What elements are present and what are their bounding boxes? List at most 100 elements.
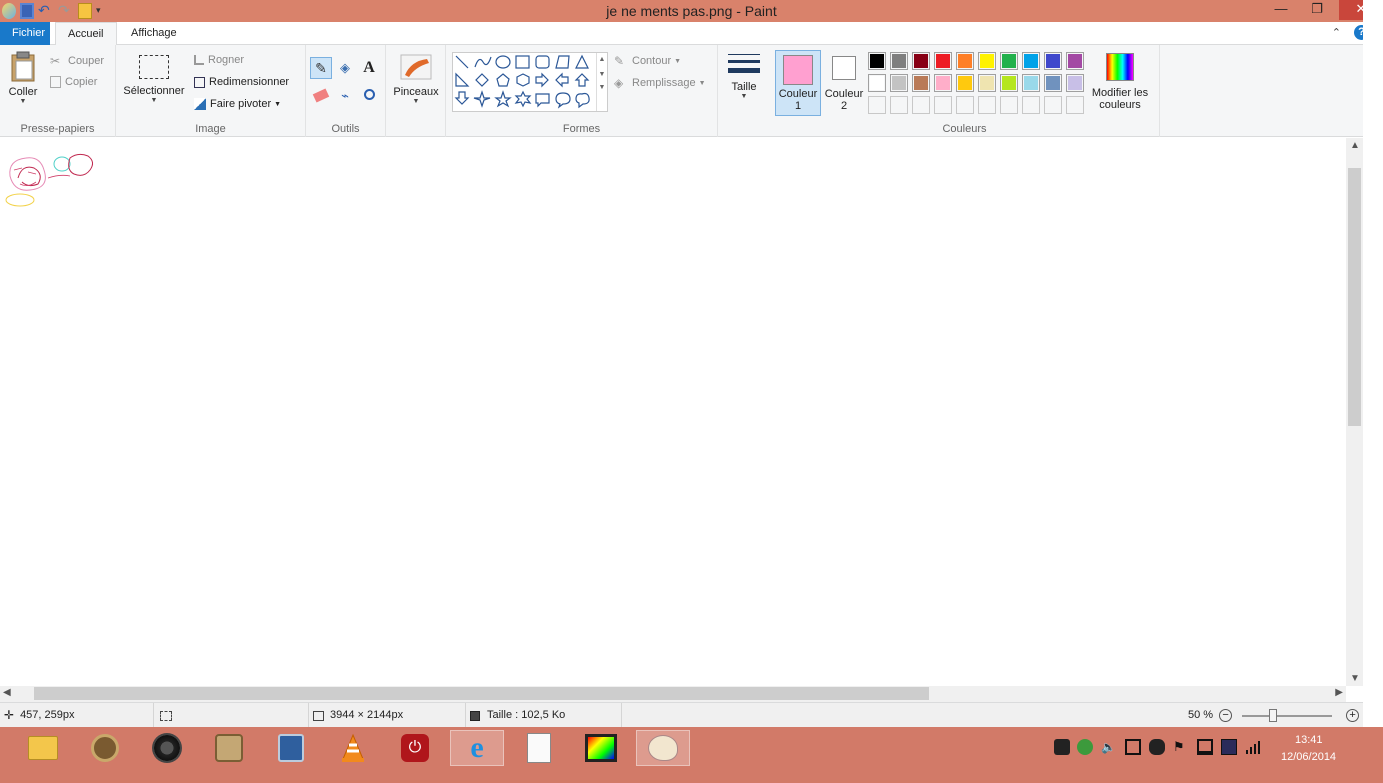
horizontal-scroll-thumb[interactable] — [34, 687, 929, 700]
palette-swatch[interactable] — [912, 96, 930, 114]
fill-button[interactable]: ◈ Remplissage ▼ — [614, 76, 706, 90]
taskbar-video-app[interactable] — [574, 730, 628, 766]
tray-signal-icon[interactable] — [1245, 739, 1261, 755]
taskbar-file-app[interactable] — [512, 730, 566, 766]
tray-volume-icon[interactable]: 🔈 — [1101, 739, 1117, 755]
chevron-down-icon[interactable]: ▼ — [597, 71, 607, 78]
palette-swatch[interactable] — [868, 74, 886, 92]
cut-button[interactable]: ✂ Couper — [50, 54, 104, 68]
copy-button[interactable]: Copier — [50, 76, 97, 88]
scroll-down-icon[interactable]: ▼ — [1350, 673, 1360, 684]
palette-swatch[interactable] — [1000, 96, 1018, 114]
palette-swatch[interactable] — [1044, 96, 1062, 114]
color1-button[interactable]: Couleur 1 — [775, 50, 821, 116]
palette-swatch[interactable] — [956, 74, 974, 92]
tray-coffee-icon[interactable] — [1149, 739, 1165, 755]
rotate-button[interactable]: Faire pivoter ▼ — [194, 98, 281, 110]
palette-swatch[interactable] — [1066, 74, 1084, 92]
size-button[interactable]: Taille ▼ — [722, 51, 766, 100]
palette-swatch[interactable] — [890, 52, 908, 70]
tray-network-icon[interactable] — [1221, 739, 1237, 755]
taskbar-vlc[interactable] — [326, 730, 380, 766]
palette-swatch[interactable] — [956, 96, 974, 114]
taskbar-paint[interactable] — [636, 730, 690, 766]
palette-swatch[interactable] — [912, 52, 930, 70]
scroll-right-icon[interactable]: ▶ — [1335, 687, 1343, 698]
palette-swatch[interactable] — [890, 96, 908, 114]
palette-swatch[interactable] — [868, 96, 886, 114]
tab-file[interactable]: Fichier — [0, 22, 50, 45]
select-button[interactable]: Sélectionner ▼ — [120, 55, 188, 104]
palette-swatch[interactable] — [1000, 74, 1018, 92]
text-tool[interactable]: A — [358, 57, 380, 79]
tray-monitor-icon[interactable] — [1197, 739, 1213, 755]
palette-swatch-color — [936, 54, 950, 68]
taskbar-clock-date[interactable]: 12/06/2014 — [1281, 751, 1336, 763]
taskbar-explorer[interactable] — [16, 730, 70, 766]
tray-flag-icon[interactable]: ⚑ — [1173, 739, 1189, 755]
palette-swatch[interactable] — [978, 74, 996, 92]
image-group: Sélectionner ▼ Rogner Redimensionner Fai… — [116, 45, 306, 137]
palette-swatch[interactable] — [868, 52, 886, 70]
tray-device-icon[interactable] — [1125, 739, 1141, 755]
edit-colors-button[interactable]: Modifier les couleurs — [1084, 50, 1156, 111]
restore-button[interactable]: ❐ — [1303, 0, 1331, 20]
tab-home[interactable]: Accueil — [55, 22, 117, 46]
taskbar-power-app[interactable]: ⏻ — [388, 730, 442, 766]
palette-swatch[interactable] — [934, 52, 952, 70]
crop-button[interactable]: Rogner — [194, 54, 244, 66]
paste-button[interactable]: Coller ▼ — [4, 51, 42, 105]
tray-update-icon[interactable] — [1077, 739, 1093, 755]
fill-label: Remplissage — [632, 77, 696, 89]
resize-button[interactable]: Redimensionner — [194, 76, 289, 88]
color2-button[interactable]: Couleur 2 — [822, 50, 866, 112]
outline-button[interactable]: ✎ Contour ▼ — [614, 54, 681, 68]
palette-swatch[interactable] — [890, 74, 908, 92]
scroll-up-icon[interactable]: ▲ — [1350, 140, 1360, 151]
palette-swatch[interactable] — [1022, 96, 1040, 114]
palette-swatch[interactable] — [1022, 52, 1040, 70]
palette-swatch[interactable] — [978, 96, 996, 114]
color-picker-tool[interactable]: ⌁ — [334, 85, 356, 107]
eraser-tool[interactable] — [310, 85, 332, 107]
taskbar-clock-time[interactable]: 13:41 — [1295, 734, 1323, 746]
magnifier-tool[interactable] — [358, 85, 380, 107]
vertical-scrollbar[interactable]: ▲ ▼ — [1346, 138, 1363, 686]
horizontal-scrollbar[interactable]: ◀ ▶ — [0, 686, 1346, 702]
minimize-button[interactable]: — — [1267, 0, 1295, 20]
zoom-slider[interactable] — [1242, 708, 1333, 722]
palette-swatch[interactable] — [1044, 52, 1062, 70]
expand-gallery-icon[interactable]: ▼ — [597, 84, 607, 91]
palette-swatch[interactable] — [1044, 74, 1062, 92]
palette-swatch-color — [936, 76, 950, 90]
zoom-slider-thumb[interactable] — [1269, 708, 1278, 722]
palette-swatch[interactable] — [978, 52, 996, 70]
taskbar-app-2[interactable] — [78, 730, 132, 766]
drawing-canvas[interactable] — [0, 138, 1346, 686]
chevron-up-icon[interactable]: ▲ — [597, 56, 607, 63]
palette-swatch[interactable] — [912, 74, 930, 92]
taskbar-internet-explorer[interactable]: e — [450, 730, 504, 766]
fill-tool[interactable]: ◈ — [334, 57, 356, 79]
brushes-button[interactable]: Pinceaux ▼ — [390, 51, 442, 105]
title-bar: ↶ ↷ ▾ je ne ments pas.png - Paint — ❐ ✕ — [0, 0, 1383, 22]
scroll-left-icon[interactable]: ◀ — [3, 687, 11, 698]
palette-swatch[interactable] — [1000, 52, 1018, 70]
palette-swatch[interactable] — [956, 52, 974, 70]
palette-swatch[interactable] — [934, 74, 952, 92]
zoom-out-icon[interactable]: − — [1219, 709, 1233, 722]
taskbar-app-4[interactable] — [202, 730, 256, 766]
ribbon-collapse-icon[interactable]: ⌃ — [1332, 26, 1341, 39]
tray-app-icon[interactable] — [1054, 739, 1070, 755]
palette-swatch[interactable] — [1022, 74, 1040, 92]
zoom-in-icon[interactable]: + — [1346, 709, 1360, 722]
taskbar-app-5[interactable] — [264, 730, 318, 766]
palette-swatch[interactable] — [934, 96, 952, 114]
vertical-scroll-thumb[interactable] — [1348, 168, 1361, 426]
tab-view[interactable]: Affichage — [119, 22, 189, 45]
palette-swatch[interactable] — [1066, 96, 1084, 114]
pencil-tool[interactable]: ✎ — [310, 57, 332, 79]
taskbar-app-3[interactable] — [140, 730, 194, 766]
shapes-gallery-scroll[interactable]: ▲ ▼ ▼ — [596, 53, 607, 111]
palette-swatch[interactable] — [1066, 52, 1084, 70]
